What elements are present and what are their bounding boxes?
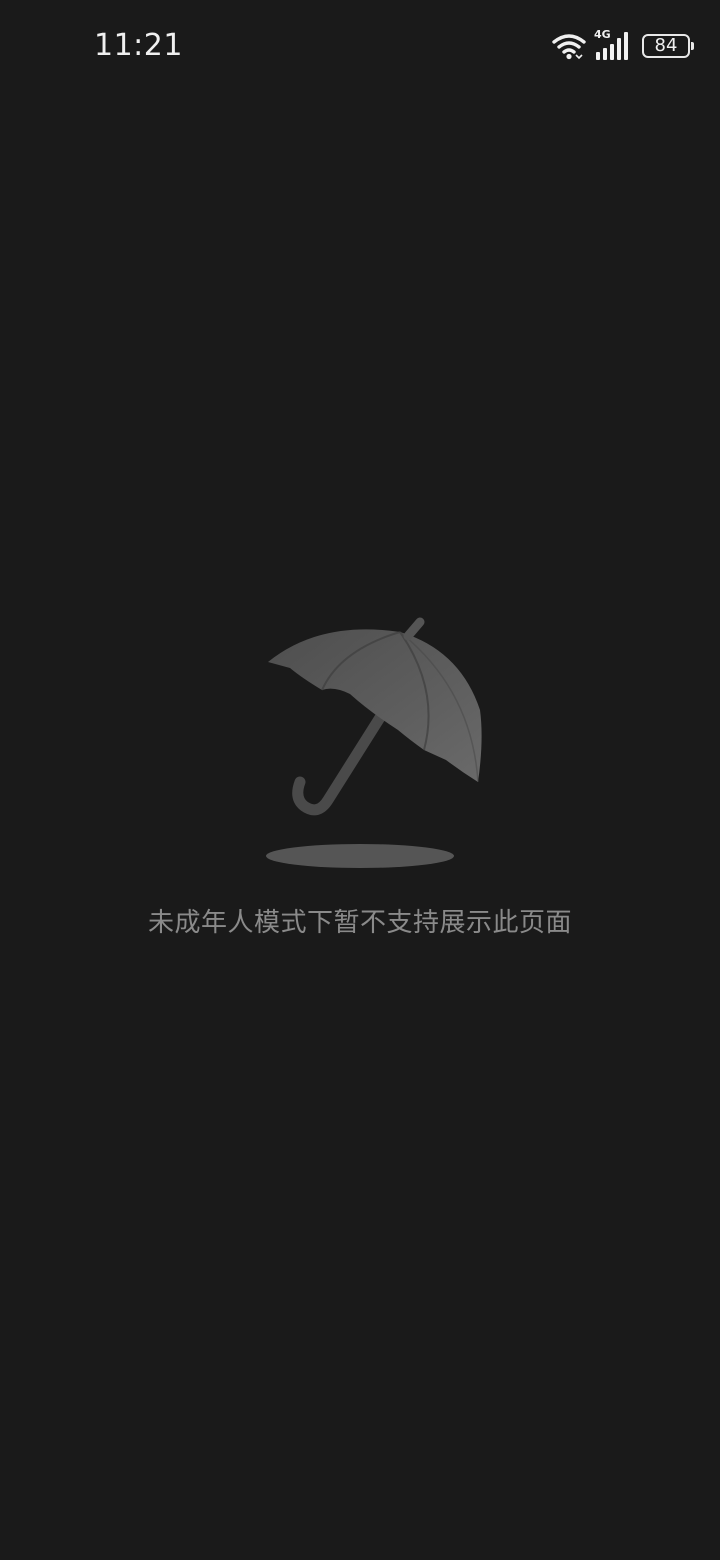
wifi-icon bbox=[552, 32, 586, 60]
status-icons: 4G 84 bbox=[552, 28, 694, 62]
status-time: 11:21 bbox=[94, 28, 183, 63]
empty-state-message: 未成年人模式下暂不支持展示此页面 bbox=[147, 908, 572, 938]
cellular-signal-icon: 4G bbox=[592, 28, 632, 62]
umbrella-icon bbox=[250, 610, 490, 880]
status-bar: 11:21 4G 84 bbox=[0, 0, 720, 94]
battery-icon: 84 bbox=[642, 34, 694, 58]
battery-level: 84 bbox=[654, 35, 678, 56]
